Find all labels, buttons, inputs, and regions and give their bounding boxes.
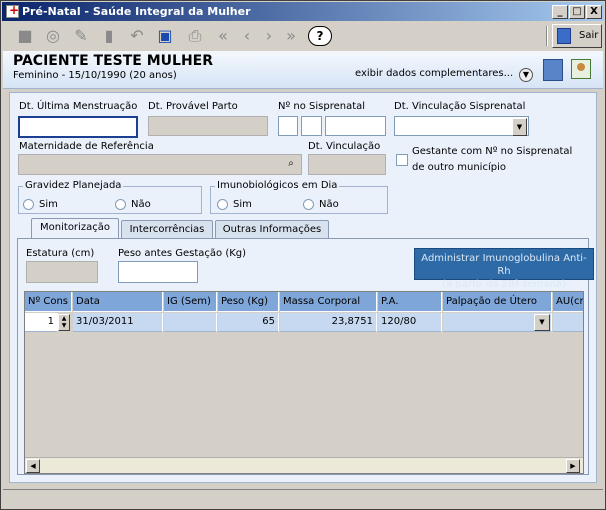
gravidez-planejada-group: Gravidez Planejada Sim Não xyxy=(18,180,202,214)
col-pa[interactable]: P.A. xyxy=(378,292,442,312)
first-icon[interactable]: « xyxy=(212,25,234,47)
row-peso[interactable]: 65 xyxy=(218,313,279,332)
main-window: Pré-Natal - Saúde Integral da Mulher _ □… xyxy=(0,0,606,510)
search-icon[interactable]: ⌕ xyxy=(282,156,300,174)
print-icon[interactable]: ⎙ xyxy=(184,25,206,47)
gravidez-sim-radio[interactable] xyxy=(23,199,34,210)
gravidez-sim-label: Sim xyxy=(39,199,58,210)
edit-icon[interactable]: ✎ xyxy=(70,25,92,47)
patient-name: PACIENTE TESTE MULHER xyxy=(13,53,214,69)
gravidez-nao-label: Não xyxy=(131,199,151,210)
app-icon xyxy=(6,3,19,18)
estatura-input xyxy=(26,261,98,283)
exit-icon xyxy=(557,28,571,44)
window-title: Pré-Natal - Saúde Integral da Mulher xyxy=(22,5,251,18)
patient-subtitle: Feminino - 15/10/1990 (20 anos) xyxy=(13,70,177,81)
patient-user-icon[interactable] xyxy=(571,59,591,79)
monitorizacao-tab-body: Estatura (cm) Peso antes Gestação (Kg) A… xyxy=(17,238,594,475)
imuno-sim-label: Sim xyxy=(233,199,252,210)
col-n-cons[interactable]: Nº Cons xyxy=(25,292,72,312)
tab-monitorizacao[interactable]: Monitorização xyxy=(31,218,119,240)
gravidez-planejada-title: Gravidez Planejada xyxy=(23,180,124,191)
prev-icon[interactable]: ‹ xyxy=(236,25,258,47)
next-icon[interactable]: › xyxy=(258,25,280,47)
row-au[interactable] xyxy=(553,313,583,332)
patient-header: PACIENTE TESTE MULHER Feminino - 15/10/1… xyxy=(3,51,603,89)
maximize-button[interactable]: □ xyxy=(569,5,585,19)
dt-vinculacao-input xyxy=(308,154,386,175)
vinc-sisprenatal-label: Dt. Vinculação Sisprenatal xyxy=(394,101,526,112)
title-bar[interactable]: Pré-Natal - Saúde Integral da Mulher _ □… xyxy=(2,2,604,21)
gravidez-nao-radio[interactable] xyxy=(115,199,126,210)
dum-label: Dt. Última Menstruação xyxy=(19,101,138,112)
imuno-nao-label: Não xyxy=(319,199,339,210)
sisprenatal-input-3[interactable] xyxy=(325,116,386,136)
toolbar: ■ ◎ ✎ ▮ ↶ ▣ ⎙ « ‹ › » ? Sair xyxy=(2,21,604,51)
row-stepper-icon[interactable]: ▲ ▼ xyxy=(58,314,70,331)
imuno-nao-radio[interactable] xyxy=(303,199,314,210)
row-pa[interactable]: 120/80 xyxy=(378,313,442,332)
imunobiologicos-title: Imunobiológicos em Dia xyxy=(215,180,340,191)
search-icon[interactable]: ◎ xyxy=(42,25,64,47)
consultas-grid[interactable]: Nº Cons Data IG (Sem) Peso (Kg) Massa Co… xyxy=(24,291,584,474)
administrar-label-1: Administrar Imunoglobulina Anti-Rh xyxy=(421,253,587,277)
last-icon[interactable]: » xyxy=(280,25,302,47)
dpp-input xyxy=(148,116,268,136)
close-button[interactable]: X xyxy=(586,5,602,19)
imuno-sim-radio[interactable] xyxy=(217,199,228,210)
sair-button[interactable]: Sair xyxy=(552,24,602,48)
scroll-right-icon[interactable]: ▶ xyxy=(566,459,580,473)
new-icon[interactable]: ■ xyxy=(14,25,36,47)
dum-input[interactable] xyxy=(18,116,138,138)
dt-vinculacao-label: Dt. Vinculação xyxy=(308,141,381,152)
col-peso[interactable]: Peso (Kg) xyxy=(218,292,279,312)
save-icon[interactable]: ▣ xyxy=(154,25,176,47)
sisprenatal-input-2[interactable] xyxy=(301,116,322,136)
gestante-label-2: de outro município xyxy=(412,162,506,173)
chevron-down-icon[interactable]: ▼ xyxy=(519,68,533,82)
complementary-data-link[interactable]: exibir dados complementares... xyxy=(355,68,513,79)
status-bar xyxy=(3,489,603,507)
sisprenatal-input-1[interactable] xyxy=(278,116,298,136)
toolbar-separator xyxy=(546,26,548,46)
peso-antes-input[interactable] xyxy=(118,261,198,283)
sisprenatal-label: Nº no Sisprenatal xyxy=(278,101,366,112)
col-massa[interactable]: Massa Corporal xyxy=(280,292,377,312)
undo-icon[interactable]: ↶ xyxy=(126,25,148,47)
maternidade-label: Maternidade de Referência xyxy=(19,141,154,152)
chevron-down-icon[interactable]: ▼ xyxy=(512,118,527,136)
administrar-imunoglobulina-button[interactable]: Administrar Imunoglobulina Anti-Rh (a pa… xyxy=(414,248,594,290)
tab-intercorrencias[interactable]: Intercorrências xyxy=(121,220,213,240)
col-palpacao[interactable]: Palpação de Útero xyxy=(443,292,552,312)
gestante-outro-municipio-checkbox[interactable] xyxy=(396,154,408,166)
row-data[interactable]: 31/03/2011 xyxy=(73,313,163,332)
row-ig[interactable] xyxy=(164,313,217,332)
scroll-left-icon[interactable]: ◀ xyxy=(26,459,40,473)
row-n-cons[interactable]: 1 xyxy=(25,313,58,332)
vinc-sisprenatal-combo[interactable]: ▼ xyxy=(394,116,529,136)
minimize-button[interactable]: _ xyxy=(552,5,568,19)
patient-record-icon[interactable] xyxy=(543,59,563,81)
delete-icon[interactable]: ▮ xyxy=(98,25,120,47)
col-ig[interactable]: IG (Sem) xyxy=(164,292,217,312)
col-data[interactable]: Data xyxy=(73,292,163,312)
dpp-label: Dt. Provável Parto xyxy=(148,101,238,112)
sair-label: Sair xyxy=(579,30,599,41)
col-au[interactable]: AU(cm xyxy=(553,292,583,312)
estatura-label: Estatura (cm) xyxy=(26,248,95,259)
row-massa[interactable]: 23,8751 xyxy=(280,313,377,332)
help-icon[interactable]: ? xyxy=(308,26,332,46)
peso-antes-label: Peso antes Gestação (Kg) xyxy=(118,248,247,259)
gestante-label-1: Gestante com Nº no Sisprenatal xyxy=(412,146,573,157)
imunobiologicos-group: Imunobiológicos em Dia Sim Não xyxy=(210,180,388,214)
maternidade-input[interactable]: ⌕ xyxy=(18,154,302,175)
chevron-down-icon[interactable]: ▼ xyxy=(534,314,550,331)
administrar-label-2: (a partir da 28ª semana) xyxy=(442,279,566,290)
tab-outras-informacoes[interactable]: Outras Informações xyxy=(215,220,329,240)
grid-horizontal-scrollbar[interactable]: ◀ ▶ xyxy=(25,457,583,473)
